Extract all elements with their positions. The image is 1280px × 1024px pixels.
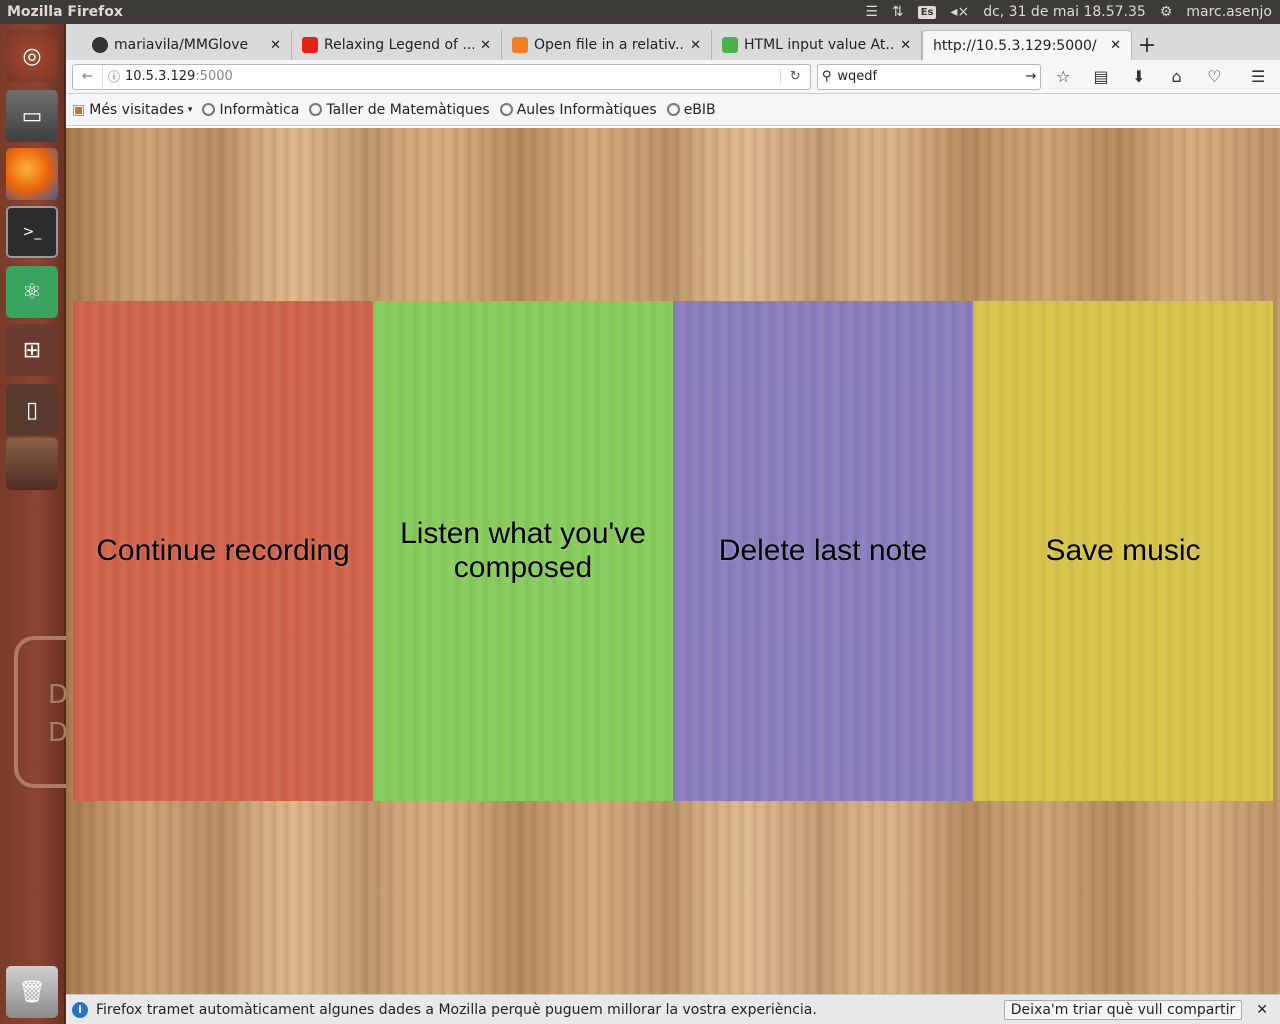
- globe-icon: [202, 103, 216, 116]
- search-icon: ⚲: [821, 69, 832, 84]
- device-partial-icon: D D: [14, 636, 74, 788]
- tab-bar: mariavila/MMGlove ✕ Relaxing Legend of .…: [66, 24, 1280, 60]
- tab-label: Relaxing Legend of ...: [324, 37, 475, 53]
- back-arrow-icon[interactable]: ←: [73, 64, 103, 89]
- panel-label: Save music: [1045, 534, 1201, 567]
- stackoverflow-icon: [512, 37, 528, 53]
- user-photo-icon[interactable]: [6, 438, 58, 490]
- downloads-icon[interactable]: ⬇: [1123, 64, 1155, 90]
- window-title: Mozilla Firefox: [7, 4, 123, 20]
- search-value: wqedf: [837, 69, 878, 84]
- bookmark-label: Taller de Matemàtiques: [326, 101, 490, 118]
- terminal-icon[interactable]: >_: [6, 206, 58, 258]
- globe-icon: [666, 103, 680, 116]
- system-top-bar: Mozilla Firefox ☰ ⇅ Es ◂× dc, 31 de mai …: [0, 0, 1280, 24]
- url-bar[interactable]: ← ⓘ 10.5.3.129 :5000 ↻: [72, 63, 811, 90]
- tab-stackoverflow[interactable]: Open file in a relativ... ✕: [502, 30, 712, 60]
- nav-toolbar: ← ⓘ 10.5.3.129 :5000 ↻ ⚲ wqedf → ☆ ▤ ⬇ ⌂…: [66, 60, 1280, 94]
- panel-label: Listen what you've composed: [400, 517, 646, 584]
- close-tab-icon[interactable]: ✕: [1110, 38, 1121, 53]
- firefox-icon[interactable]: [6, 148, 58, 200]
- hamburger-menu-icon[interactable]: ☰: [1242, 64, 1274, 90]
- tab-active-local[interactable]: http://10.5.3.129:5000/ ✕: [922, 30, 1132, 60]
- firefox-window: mariavila/MMGlove ✕ Relaxing Legend of .…: [66, 24, 1280, 1024]
- github-icon: [92, 37, 108, 53]
- user-name[interactable]: marc.asenjo: [1186, 4, 1272, 20]
- choose-sharing-button[interactable]: Deixa'm triar què vull compartir: [1003, 999, 1243, 1020]
- bookmark-label: eBIB: [683, 101, 716, 118]
- save-music-button[interactable]: Save music: [973, 301, 1273, 801]
- close-tab-icon[interactable]: ✕: [480, 38, 491, 53]
- search-go-arrow-icon[interactable]: →: [1025, 69, 1036, 84]
- volume-muted-icon[interactable]: ◂×: [950, 4, 969, 20]
- tab-youtube[interactable]: Relaxing Legend of ... ✕: [292, 30, 502, 60]
- tab-label: http://10.5.3.129:5000/: [933, 37, 1097, 54]
- page-content: Continue recording Listen what you've co…: [66, 128, 1280, 994]
- panel-label: Delete last note: [718, 534, 928, 567]
- bookmark-ebib[interactable]: eBIB: [666, 101, 716, 118]
- dropdown-arrow-icon: ▾: [187, 104, 193, 115]
- trash-icon[interactable]: 🗑: [6, 966, 58, 1018]
- close-tab-icon[interactable]: ✕: [900, 38, 911, 53]
- close-tab-icon[interactable]: ✕: [690, 38, 701, 53]
- search-input[interactable]: ⚲ wqedf →: [816, 63, 1042, 90]
- reload-icon[interactable]: ↻: [779, 69, 810, 84]
- workspace-switcher-icon[interactable]: ⊞: [6, 324, 58, 376]
- tab-label: Open file in a relativ...: [534, 37, 685, 53]
- site-info-icon[interactable]: ⓘ: [103, 68, 125, 85]
- notification-bar: i Firefox tramet automàticament algunes …: [66, 994, 1280, 1024]
- files-icon[interactable]: ▭: [6, 90, 58, 142]
- tab-label: mariavila/MMGlove: [114, 37, 249, 53]
- globe-icon: [309, 103, 323, 116]
- home-icon[interactable]: ⌂: [1161, 64, 1193, 90]
- phone-device-icon[interactable]: ▯: [6, 384, 58, 436]
- listen-composed-button[interactable]: Listen what you've composed: [373, 301, 673, 801]
- bookmark-aules-informatiques[interactable]: Aules Informàtiques: [499, 101, 657, 118]
- notification-text: Firefox tramet automàticament algunes da…: [96, 1001, 817, 1018]
- folder-icon: ▣: [72, 101, 86, 118]
- session-menu-icon[interactable]: ☰: [865, 4, 878, 20]
- youtube-icon: [302, 37, 318, 53]
- bookmark-star-icon[interactable]: ☆: [1047, 64, 1079, 90]
- keyboard-layout-indicator[interactable]: Es: [917, 5, 937, 19]
- url-host: 10.5.3.129: [125, 69, 196, 84]
- globe-icon: [499, 103, 513, 116]
- close-icon[interactable]: ✕: [1250, 1002, 1274, 1018]
- tab-w3schools[interactable]: HTML input value At... ✕: [712, 30, 922, 60]
- pocket-icon[interactable]: ♡: [1198, 64, 1230, 90]
- atom-editor-icon[interactable]: ⚛: [6, 266, 58, 318]
- settings-gear-icon[interactable]: ⚙: [1160, 4, 1173, 20]
- panel-label: Continue recording: [96, 534, 350, 567]
- bookmark-label: Més visitades: [89, 101, 184, 118]
- url-port: :5000: [195, 69, 233, 84]
- tab-label: HTML input value At...: [744, 37, 895, 53]
- ubuntu-dash-icon[interactable]: ◎: [6, 30, 58, 82]
- bookmark-label: Aules Informàtiques: [516, 101, 657, 118]
- new-tab-button[interactable]: +: [1132, 30, 1162, 60]
- bookmark-label: Informàtica: [219, 101, 300, 118]
- bookmarks-toolbar: ▣ Més visitades ▾ Informàtica Taller de …: [66, 94, 1280, 126]
- bookmark-informatica[interactable]: Informàtica: [202, 102, 299, 118]
- tab-github[interactable]: mariavila/MMGlove ✕: [82, 30, 292, 60]
- delete-last-note-button[interactable]: Delete last note: [673, 301, 973, 801]
- bookmark-taller-matematiques[interactable]: Taller de Matemàtiques: [309, 101, 490, 118]
- info-icon: i: [72, 1001, 88, 1018]
- w3schools-icon: [722, 37, 738, 53]
- network-icon[interactable]: ⇅: [892, 4, 904, 20]
- clock[interactable]: dc, 31 de mai 18.57.35: [983, 4, 1146, 20]
- bookmark-most-visited[interactable]: ▣ Més visitades ▾: [72, 102, 192, 118]
- launcher: ◎ ▭ >_ ⚛ ⊞ ▯ D D 🗑: [0, 24, 74, 1024]
- continue-recording-button[interactable]: Continue recording: [73, 301, 373, 801]
- reading-list-icon[interactable]: ▤: [1085, 64, 1117, 90]
- close-tab-icon[interactable]: ✕: [270, 38, 281, 53]
